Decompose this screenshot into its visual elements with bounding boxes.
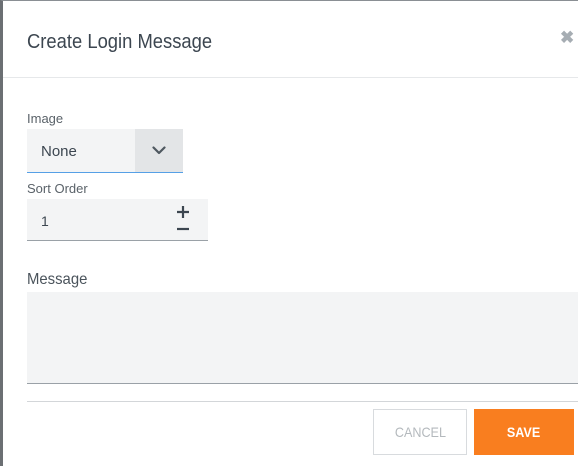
image-select[interactable]: None [27, 129, 183, 173]
image-dropdown-button[interactable] [135, 129, 183, 172]
footer-divider [27, 401, 578, 402]
create-login-message-dialog: Create Login Message ✖ Image None Sort O… [0, 0, 578, 466]
cancel-button-label: CANCEL [394, 424, 446, 440]
header-divider [3, 77, 578, 78]
image-field-label: Image [27, 111, 64, 126]
sort-order-value[interactable]: 1 [41, 213, 49, 229]
message-label: Message [27, 271, 88, 288]
sort-order-stepper[interactable]: 1 [27, 199, 208, 241]
message-textarea[interactable] [27, 292, 578, 384]
save-button[interactable]: SAVE [474, 409, 574, 455]
image-select-value: None [41, 143, 77, 160]
sort-order-label: Sort Order [27, 181, 88, 196]
minus-icon[interactable] [175, 222, 191, 236]
save-button-label: SAVE [507, 424, 541, 440]
close-icon[interactable]: ✖ [560, 29, 574, 47]
chevron-down-icon [152, 146, 166, 155]
dialog-title: Create Login Message [27, 31, 213, 53]
cancel-button[interactable]: CANCEL [373, 409, 467, 455]
plus-icon[interactable] [175, 205, 191, 219]
